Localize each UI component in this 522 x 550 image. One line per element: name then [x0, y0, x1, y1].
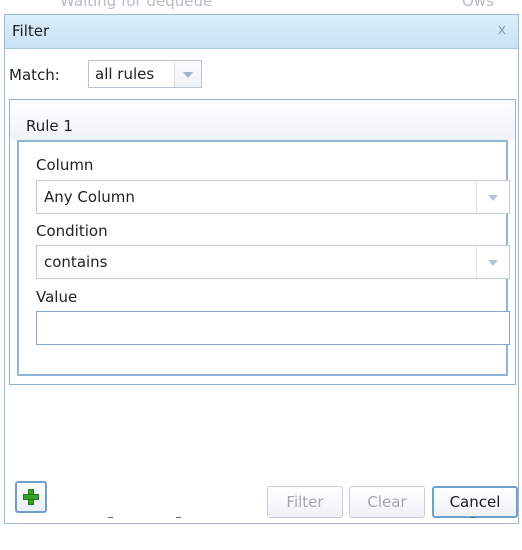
column-select[interactable]: Any Column: [36, 180, 510, 214]
column-label: Column: [36, 156, 94, 174]
background-status-text: Waiting for dequeue: [60, 0, 213, 10]
dialog-title: Filter: [12, 22, 50, 40]
column-dropdown-button[interactable]: [476, 181, 509, 213]
dialog-titlebar[interactable]: Filter x: [5, 15, 518, 49]
cancel-button[interactable]: Cancel: [432, 486, 518, 518]
background-divider: [176, 517, 181, 518]
filter-dialog: Filter x Match: all rules Rule 1 Column …: [4, 14, 519, 524]
rule-header: Rule 1: [10, 100, 515, 140]
background-column-text: Ows: [462, 0, 494, 10]
background-divider: [470, 517, 475, 518]
column-select-value: Any Column: [44, 188, 135, 206]
match-row: Match: all rules: [5, 51, 518, 97]
match-select[interactable]: all rules: [88, 60, 202, 88]
background-strip: Waiting for dequeue Ows: [0, 0, 522, 14]
match-select-value: all rules: [95, 65, 155, 83]
value-label: Value: [36, 288, 78, 306]
condition-label: Condition: [36, 222, 108, 240]
plus-icon: [23, 489, 39, 505]
chevron-down-icon: [488, 260, 498, 266]
match-label: Match:: [9, 66, 60, 84]
condition-dropdown-button[interactable]: [476, 246, 509, 278]
close-icon[interactable]: x: [498, 22, 506, 38]
chevron-down-icon: [488, 195, 498, 201]
rule-box: Column Any Column Condition contains Val…: [17, 140, 510, 376]
rules-panel: Rule 1 Column Any Column Condition conta…: [9, 99, 516, 385]
chevron-down-icon: [183, 72, 193, 78]
value-input[interactable]: [36, 311, 510, 345]
background-divider: [108, 517, 113, 518]
condition-select[interactable]: contains: [36, 245, 510, 279]
condition-select-value: contains: [44, 253, 108, 271]
rule-title: Rule 1: [26, 117, 73, 135]
match-dropdown-button[interactable]: [174, 61, 201, 87]
filter-button[interactable]: Filter: [267, 486, 343, 518]
add-rule-button[interactable]: [15, 481, 47, 513]
clear-button[interactable]: Clear: [349, 486, 425, 518]
